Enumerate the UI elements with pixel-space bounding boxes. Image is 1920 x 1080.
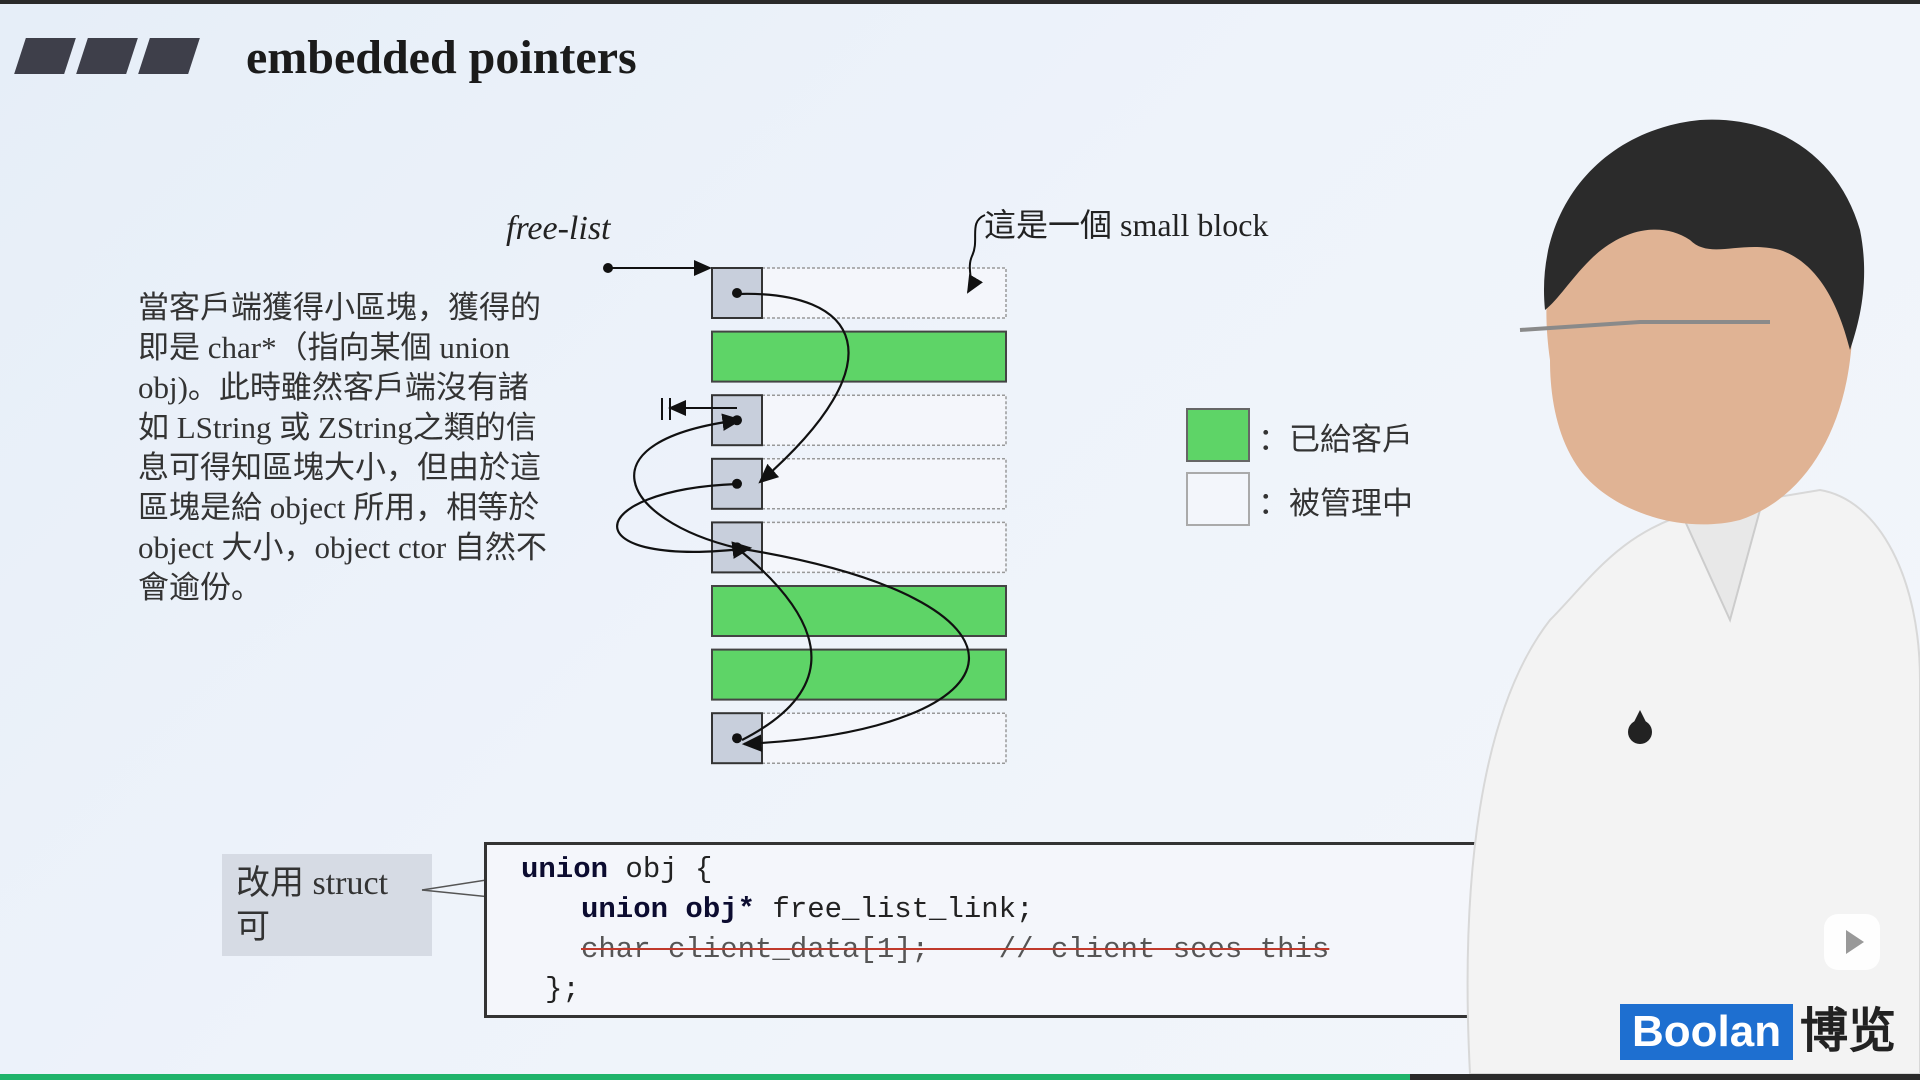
code-line-1: union obj { bbox=[521, 853, 713, 886]
code-line-2: union obj* free_list_link; bbox=[581, 893, 1034, 926]
code-line-4: }; bbox=[545, 973, 580, 1006]
play-icon[interactable] bbox=[1824, 914, 1880, 970]
video-progress-fill bbox=[0, 1074, 1410, 1080]
code-block: union obj { union obj* free_list_link; c… bbox=[484, 842, 1478, 1018]
code-line-3-struck: char client_data[1]; // client sees this bbox=[581, 933, 1330, 966]
brand-logo-cn: 博览 bbox=[1800, 1005, 1897, 1058]
brand-logo: Boolan bbox=[1620, 1004, 1794, 1060]
